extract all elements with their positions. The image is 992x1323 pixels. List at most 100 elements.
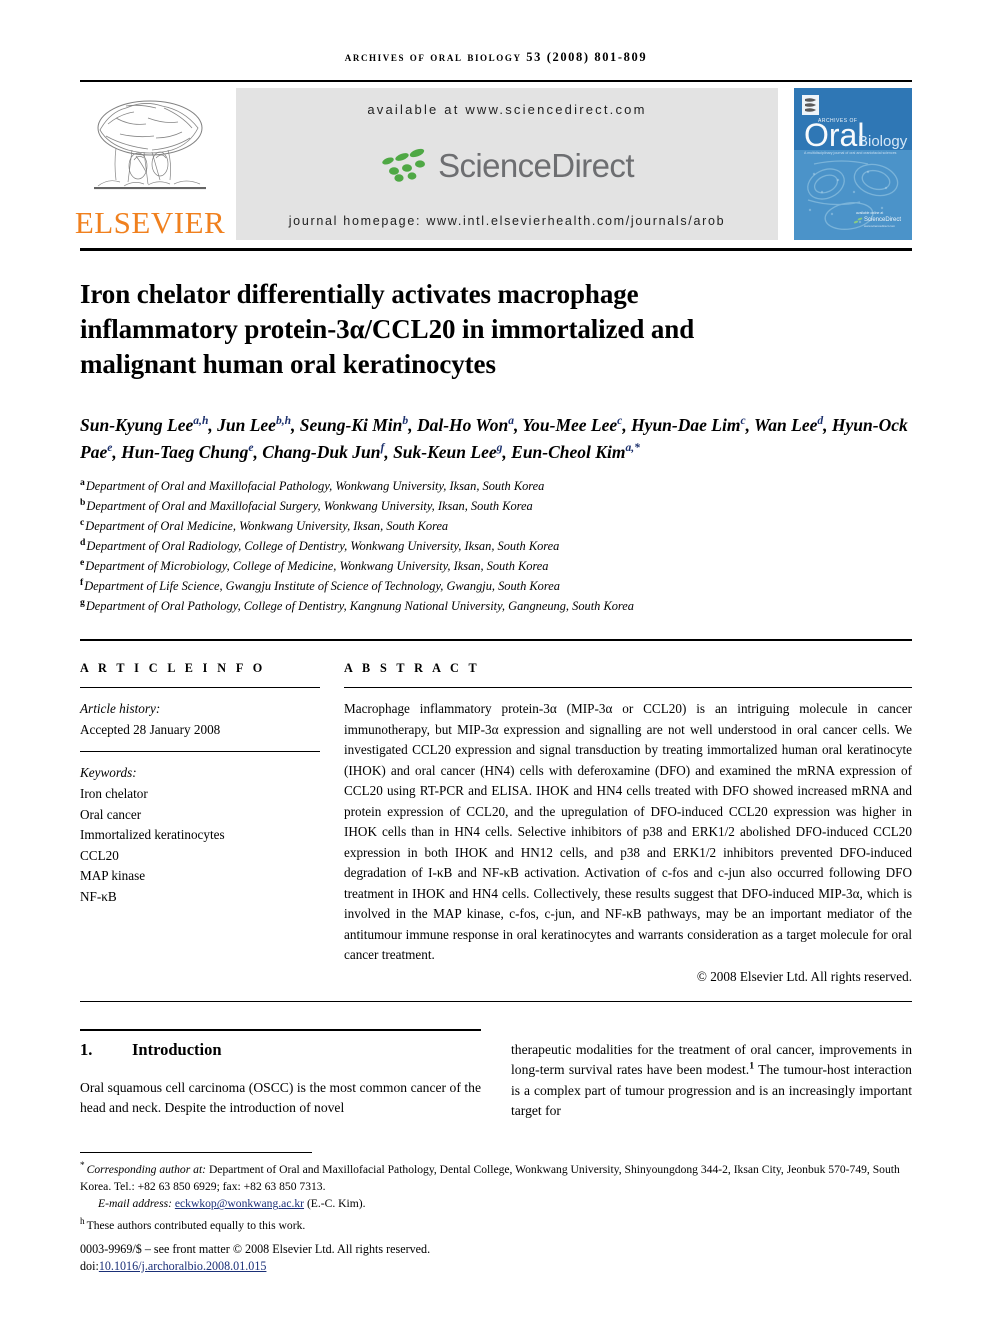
title-line-3: malignant human oral keratinocytes <box>80 349 496 380</box>
affiliation-text: Department of Microbiology, College of M… <box>85 559 549 574</box>
abstract-heading: A B S T R A C T <box>344 661 481 676</box>
journal-homepage-text: journal homepage: www.intl.elsevierhealt… <box>288 214 726 228</box>
abstract-rule <box>344 687 912 689</box>
abstract-copyright: © 2008 Elsevier Ltd. All rights reserved… <box>696 968 912 984</box>
equal-contribution-note: h These authors contributed equally to th… <box>80 1217 912 1234</box>
keyword-item: NF-κB <box>80 889 117 904</box>
svg-text:Oral: Oral <box>804 117 864 153</box>
affiliation-item: aDepartment of Oral and Maxillofacial Pa… <box>80 477 912 497</box>
affiliation-text: Department of Oral Medicine, Wonkwang Un… <box>85 519 449 534</box>
corresponding-marker: * <box>80 1161 85 1172</box>
abstract-bottom-rule <box>80 1000 912 1002</box>
elsevier-wordmark: ELSEVIER <box>74 205 226 240</box>
intro-paragraph-left: Oral squamous cell carcinoma (OSCC) is t… <box>80 1079 481 1116</box>
svg-text:Biology: Biology <box>858 133 908 150</box>
affiliation-text: Department of Oral Pathology, College of… <box>85 599 634 614</box>
article-info-rule <box>80 687 320 689</box>
masthead-top-rule <box>80 80 912 82</box>
running-head-journal: ARCHIVES OF ORAL BIOLOGY <box>344 50 522 64</box>
affiliation-marker: f <box>80 577 84 589</box>
elsevier-logo: ELSEVIER <box>75 88 225 240</box>
affiliation-marker: d <box>80 537 86 549</box>
article-history: Article history: Accepted 28 January 200… <box>80 699 320 740</box>
title-line-2: inflammatory protein-3α/CCL20 in immorta… <box>80 314 695 345</box>
affiliation-item: fDepartment of Life Science, Gwangju Ins… <box>80 577 912 597</box>
affiliation-marker: g <box>80 597 85 609</box>
sciencedirect-logo: ScienceDirect <box>380 148 634 184</box>
email-label: E-mail address: <box>98 1197 172 1211</box>
keyword-item: Immortalized keratinocytes <box>80 827 225 843</box>
journal-cover-thumbnail: ARCHIVES OF Oral Biology A multidiscipli… <box>794 88 912 240</box>
affiliation-text: Department of Life Science, Gwangju Inst… <box>84 579 560 594</box>
keyword-item: Oral cancer <box>80 806 142 822</box>
keywords-label: Keywords: <box>80 765 137 781</box>
affiliation-marker: c <box>80 517 85 529</box>
affiliation-text: Department of Oral Radiology, College of… <box>86 539 560 554</box>
keyword-item: Iron chelator <box>80 786 148 802</box>
title-line-1: Iron chelator differentially activates m… <box>80 279 639 309</box>
elsevier-tree-icon <box>94 100 206 190</box>
body-column-right: therapeutic modalities for the treatment… <box>511 1029 912 1122</box>
article-info-column: A R T I C L E I N F O Article history: A… <box>80 661 344 985</box>
corresponding-label: Corresponding author at: <box>86 1163 207 1177</box>
sciencedirect-dots-icon <box>382 148 426 182</box>
page-title: Iron chelator differentially activates m… <box>80 277 912 382</box>
doi-line: doi:10.1016/j.archoralbio.2008.01.015 <box>80 1258 912 1275</box>
section-title: Introduction <box>132 1039 222 1059</box>
article-info-heading: A R T I C L E I N F O <box>80 661 266 676</box>
sciencedirect-wordmark: ScienceDirect <box>438 147 634 184</box>
email-suffix: (E.-C. Kim). <box>306 1197 366 1211</box>
issn-line: 0003-9969/$ – see front matter © 2008 El… <box>80 1241 431 1256</box>
masthead: ELSEVIER available at www.sciencedirect.… <box>75 88 912 240</box>
keyword-item: MAP kinase <box>80 868 146 884</box>
column-spacer <box>511 1029 912 1040</box>
corresponding-author-note: * Corresponding author at: Department of … <box>80 1161 912 1195</box>
email-note: E-mail address: eckwkop@wonkwang.ac.kr (… <box>80 1195 912 1212</box>
affiliation-marker: e <box>80 557 85 569</box>
running-head-volume: 53 (2008) 801-809 <box>526 50 648 64</box>
journal-cover-image: ARCHIVES OF Oral Biology A multidiscipli… <box>794 88 912 240</box>
running-head: ARCHIVES OF ORAL BIOLOGY 53 (2008) 801-8… <box>80 0 912 65</box>
svg-text:ScienceDirect: ScienceDirect <box>864 217 901 223</box>
affiliation-item: bDepartment of Oral and Maxillofacial Su… <box>80 497 912 517</box>
body-column-left: 1. Introduction Oral squamous cell carci… <box>80 1028 481 1122</box>
section-heading: 1. Introduction <box>80 1040 481 1060</box>
affiliation-text: Department of Oral and Maxillofacial Sur… <box>86 499 533 514</box>
section-number: 1. <box>80 1039 93 1059</box>
body-columns: 1. Introduction Oral squamous cell carci… <box>80 1028 912 1122</box>
affiliation-text: Department of Oral and Maxillofacial Pat… <box>85 479 545 494</box>
article-history-value: Accepted 28 January 2008 <box>80 721 221 737</box>
svg-text:www.sciencedirect.com: www.sciencedirect.com <box>864 224 896 228</box>
keyword-item: CCL20 <box>80 847 119 863</box>
author-list: Sun-Kyung Leea,h, Jun Leeb,h, Seung-Ki M… <box>80 415 908 462</box>
email-link[interactable]: eckwkop@wonkwang.ac.kr <box>175 1197 304 1210</box>
info-abstract-section: A R T I C L E I N F O Article history: A… <box>80 661 912 985</box>
abstract-column: A B S T R A C T Macrophage inflammatory … <box>344 661 912 985</box>
affiliation-item: eDepartment of Microbiology, College of … <box>80 557 912 577</box>
footnote-block: * Corresponding author at: Department of … <box>80 1152 912 1275</box>
footnote-rule <box>80 1152 312 1154</box>
keywords-rule <box>80 751 320 753</box>
doi-link[interactable]: 10.1016/j.archoralbio.2008.01.015 <box>99 1259 267 1273</box>
affiliation-item: cDepartment of Oral Medicine, Wonkwang U… <box>80 517 912 537</box>
section-rule <box>80 1028 481 1031</box>
affiliation-marker: a <box>80 477 85 489</box>
affiliation-item: dDepartment of Oral Radiology, College o… <box>80 537 912 557</box>
equal-contribution-marker: h <box>80 1216 85 1227</box>
svg-text:available online at: available online at <box>856 211 883 215</box>
intro-paragraph-right: therapeutic modalities for the treatment… <box>511 1041 912 1119</box>
available-at-text: available at www.sciencedirect.com <box>367 102 647 117</box>
keywords-block: Keywords: Iron chelator Oral cancer Immo… <box>80 763 320 907</box>
abstract-top-rule <box>80 639 912 642</box>
abstract-text: Macrophage inflammatory protein-3α (MIP-… <box>344 701 912 963</box>
masthead-bottom-rule <box>80 248 912 251</box>
doi-label: doi: <box>80 1258 99 1273</box>
article-history-label: Article history: <box>80 701 161 717</box>
affiliation-item: gDepartment of Oral Pathology, College o… <box>80 597 912 617</box>
affiliation-marker: b <box>80 497 86 509</box>
equal-contribution-text: These authors contributed equally to thi… <box>86 1218 306 1232</box>
svg-text:A multidisciplinary journal of: A multidisciplinary journal of oral and … <box>804 151 897 155</box>
affiliation-list: aDepartment of Oral and Maxillofacial Pa… <box>80 477 912 617</box>
sciencedirect-band: available at www.sciencedirect.com Scien… <box>236 88 778 240</box>
journal-article-first-page: ARCHIVES OF ORAL BIOLOGY 53 (2008) 801-8… <box>0 0 992 1323</box>
